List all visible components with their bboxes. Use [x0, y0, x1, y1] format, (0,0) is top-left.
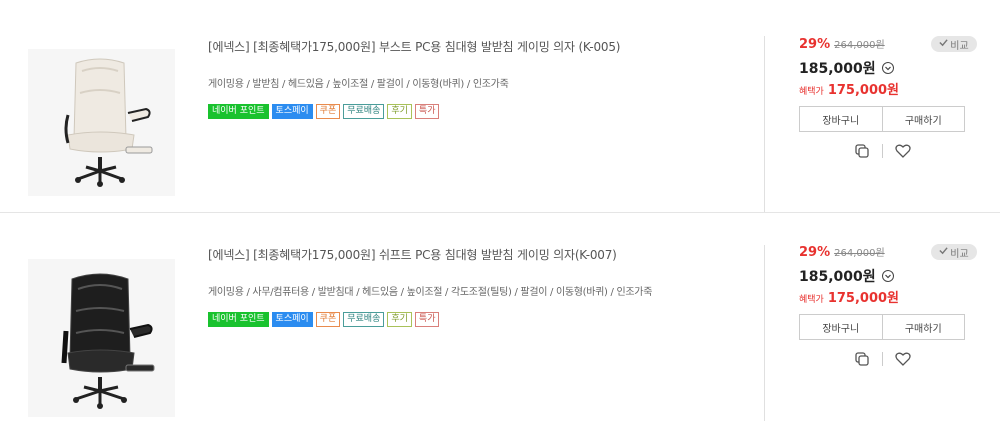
product-item: [에넥스] [최종혜택가175,000원] 부스트 PC용 침대형 발받침 게이…	[0, 0, 1000, 213]
special-price-tag: 특가	[414, 312, 440, 327]
toss-pay-tag: 토스페이	[271, 312, 313, 327]
product-specs: 게이밍용 / 발받침 / 헤드있음 / 높이조절 / 팔걸이 / 이동형(바퀴)…	[208, 79, 509, 90]
review-tag: 후기	[387, 104, 412, 119]
benefit-price: 175,000원	[827, 83, 900, 98]
cart-button[interactable]: 장바구니	[800, 315, 882, 339]
compare-button[interactable]: 비교	[931, 244, 977, 260]
discount-rate: 29%	[799, 245, 831, 260]
chevron-down-icon[interactable]	[881, 62, 894, 74]
sale-price: 185,000원	[799, 61, 876, 77]
review-tag: 후기	[387, 312, 412, 327]
naver-point-tag: 네이버 포인트	[208, 312, 269, 327]
naver-point-tag: 네이버 포인트	[208, 104, 269, 119]
toss-pay-tag: 토스페이	[271, 104, 313, 119]
heart-icon[interactable]	[883, 352, 923, 366]
discount-rate: 29%	[799, 37, 831, 52]
product-list: [에넥스] [최종혜택가175,000원] 부스트 PC용 침대형 발받침 게이…	[0, 0, 1000, 427]
copy-icon[interactable]	[842, 144, 882, 158]
product-tags: 네이버 포인트 토스페이 쿠폰 무료배송 후기 특가	[208, 104, 440, 119]
product-title[interactable]: [에넥스] [최종혜택가175,000원] 부스트 PC용 침대형 발받침 게이…	[208, 38, 620, 55]
price-area: 29% 264,000원 비교 185,000원 혜택가 175,000원 장바…	[799, 36, 979, 160]
check-icon	[939, 246, 948, 258]
price-area: 29% 264,000원 비교 185,000원 혜택가 175,000원 장바…	[799, 244, 979, 368]
divider	[764, 245, 765, 421]
black-gaming-chair-image	[28, 259, 175, 417]
cart-button[interactable]: 장바구니	[800, 107, 882, 131]
benefit-price: 175,000원	[827, 291, 900, 306]
product-thumbnail[interactable]	[28, 259, 175, 417]
benefit-price-label: 혜택가	[799, 87, 824, 97]
special-price-tag: 특가	[414, 104, 440, 119]
product-specs: 게이밍용 / 사무/컴퓨터용 / 발받침대 / 헤드있음 / 높이조절 / 각도…	[208, 287, 653, 298]
buy-button[interactable]: 구매하기	[881, 107, 964, 131]
white-gaming-chair-image	[28, 49, 175, 196]
compare-label: 비교	[950, 248, 969, 260]
benefit-price-label: 혜택가	[799, 295, 824, 305]
buy-button[interactable]: 구매하기	[881, 315, 964, 339]
product-title[interactable]: [에넥스] [최종혜택가175,000원] 쉬프트 PC용 침대형 발받침 게이…	[208, 246, 617, 263]
heart-icon[interactable]	[883, 144, 923, 158]
divider	[764, 36, 765, 212]
product-item: [에넥스] [최종혜택가175,000원] 쉬프트 PC용 침대형 발받침 게이…	[0, 213, 1000, 426]
check-icon	[939, 38, 948, 50]
compare-button[interactable]: 비교	[931, 36, 977, 52]
product-tags: 네이버 포인트 토스페이 쿠폰 무료배송 후기 특가	[208, 312, 440, 327]
original-price: 264,000원	[834, 40, 885, 51]
compare-label: 비교	[950, 40, 969, 52]
chevron-down-icon[interactable]	[881, 270, 894, 282]
copy-icon[interactable]	[842, 352, 882, 366]
coupon-tag: 쿠폰	[315, 312, 341, 327]
sale-price: 185,000원	[799, 269, 876, 285]
coupon-tag: 쿠폰	[315, 104, 341, 119]
original-price: 264,000원	[834, 248, 885, 259]
free-shipping-tag: 무료배송	[343, 104, 385, 119]
product-thumbnail[interactable]	[28, 49, 175, 196]
free-shipping-tag: 무료배송	[343, 312, 385, 327]
